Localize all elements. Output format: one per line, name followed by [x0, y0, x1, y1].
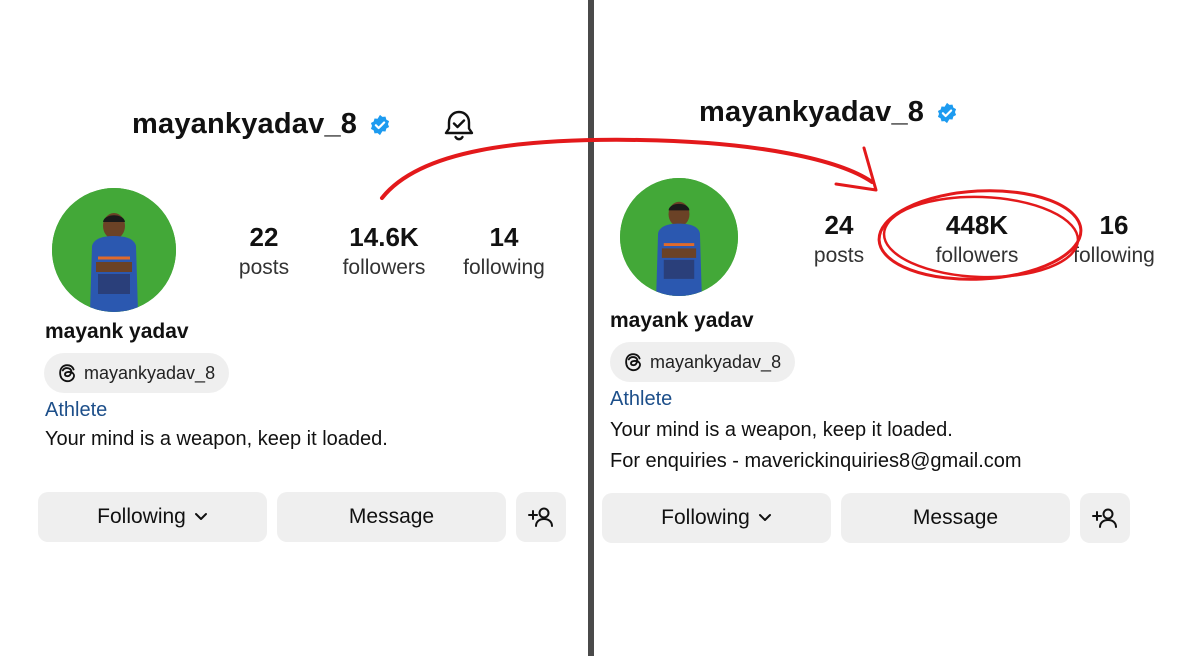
profile-avatar[interactable] [620, 178, 738, 296]
profile-bio: Your mind is a weapon, keep it loaded. F… [610, 415, 1022, 477]
athlete-photo [52, 188, 176, 312]
stat-following[interactable]: 16 following [1049, 210, 1179, 270]
following-button-label: Following [661, 506, 750, 529]
display-name: mayank yadav [610, 309, 754, 332]
display-name: mayank yadav [45, 320, 189, 343]
message-button-label: Message [348, 505, 435, 528]
right-profile-panel: mayankyadav_8 24 posts 448K followers 16… [596, 0, 1200, 656]
add-person-button[interactable] [516, 492, 566, 542]
left-profile-panel: mayankyadav_8 22 posts 14.6K followers 1… [0, 0, 588, 656]
profile-category[interactable]: Athlete [610, 388, 672, 411]
following-button[interactable]: Following [38, 492, 267, 542]
add-person-icon [1092, 508, 1117, 528]
following-button-label: Following [97, 505, 186, 528]
message-button-label: Message [912, 506, 999, 529]
add-person-icon [528, 507, 553, 527]
stat-following-label: following [1073, 244, 1155, 267]
message-button[interactable]: Message [277, 492, 506, 542]
chevron-down-icon [758, 514, 771, 521]
threads-link[interactable]: mayankyadav_8 [44, 353, 230, 393]
profile-category[interactable]: Athlete [45, 399, 107, 422]
panel-divider [588, 0, 594, 656]
following-button[interactable]: Following [602, 493, 831, 543]
verified-badge-icon [370, 114, 390, 136]
message-button[interactable]: Message [841, 493, 1070, 543]
threads-icon [59, 364, 75, 383]
stat-followers-value: 448K [945, 210, 1009, 240]
threads-icon [625, 353, 641, 372]
stat-following-label: following [463, 256, 545, 279]
stat-posts-label: posts [238, 256, 290, 279]
stat-posts-value: 24 [824, 210, 854, 240]
profile-avatar[interactable] [52, 188, 176, 312]
bio-line: Your mind is a weapon, keep it loaded. [45, 428, 388, 450]
chevron-down-icon [194, 513, 207, 520]
stat-followers-label: followers [342, 256, 426, 279]
profile-bio: Your mind is a weapon, keep it loaded. [45, 424, 388, 455]
verified-badge-icon [937, 102, 957, 124]
stat-following[interactable]: 14 following [439, 222, 569, 282]
threads-handle: mayankyadav_8 [84, 362, 216, 383]
profile-username: mayankyadav_8 [699, 96, 925, 128]
stat-posts-label: posts [813, 244, 865, 267]
add-person-button[interactable] [1080, 493, 1130, 543]
stat-followers[interactable]: 448K followers [912, 210, 1042, 270]
athlete-photo [620, 178, 738, 296]
stat-followers-label: followers [935, 244, 1019, 267]
threads-link[interactable]: mayankyadav_8 [610, 342, 796, 382]
stat-following-value: 16 [1099, 210, 1129, 240]
stat-posts[interactable]: 24 posts [774, 210, 904, 270]
bio-line: Your mind is a weapon, keep it loaded. [610, 419, 953, 441]
profile-username: mayankyadav_8 [132, 108, 358, 140]
stat-posts[interactable]: 22 posts [199, 222, 329, 282]
stat-followers-value: 14.6K [349, 222, 419, 252]
stat-followers[interactable]: 14.6K followers [319, 222, 449, 282]
threads-handle: mayankyadav_8 [650, 351, 782, 372]
bell-check-icon[interactable] [441, 107, 477, 143]
stat-posts-value: 22 [249, 222, 279, 252]
stat-following-value: 14 [489, 222, 519, 252]
bio-line: For enquiries - maverickinquiries8@gmail… [610, 450, 1022, 472]
